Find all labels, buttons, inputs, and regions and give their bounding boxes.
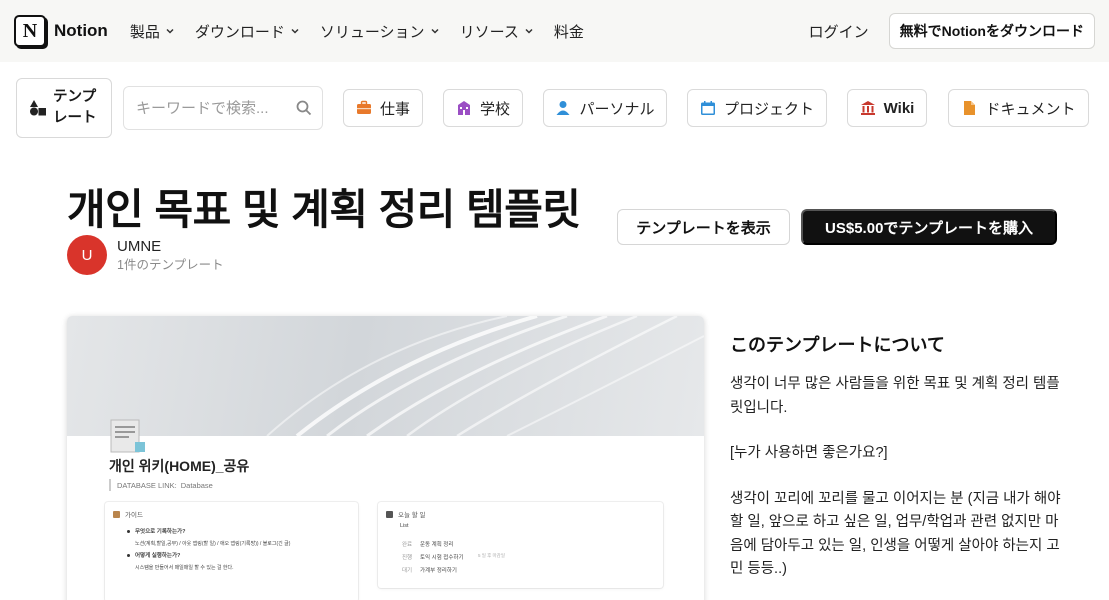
- avatar: U: [67, 235, 107, 275]
- database-link-value: Database: [180, 480, 213, 490]
- menu-item-download[interactable]: ダウンロード: [195, 21, 300, 42]
- bullet: [127, 530, 130, 533]
- cover-swirl-pattern: [266, 316, 704, 438]
- main-menu: 製品 ダウンロード ソリューション リソース 料金: [130, 21, 584, 42]
- today-heading: 오늘 할 일: [398, 512, 426, 519]
- about-heading: このテンプレートについて: [730, 335, 945, 355]
- notion-logo[interactable]: N Notion: [14, 15, 108, 47]
- chevron-down-icon: [166, 28, 174, 34]
- category-label: プロジェクト: [723, 100, 814, 118]
- task-text: 가계부 정리하기: [420, 568, 457, 574]
- about-template-panel: このテンプレートについて 생각이 너무 많은 사람들을 위한 목표 및 계획 정…: [730, 331, 1070, 582]
- database-link-label: DATABASE LINK:: [117, 480, 177, 490]
- task-text: 토익 시험 접수하기: [420, 555, 464, 561]
- book-icon: [113, 510, 120, 518]
- brand-name: Notion: [54, 21, 108, 40]
- category-project[interactable]: プロジェクト: [687, 89, 827, 127]
- view-template-button[interactable]: テンプレートを表示: [617, 209, 790, 245]
- menu-item-pricing[interactable]: 料金: [554, 21, 584, 42]
- menu-item-solutions[interactable]: ソリューション: [320, 21, 440, 42]
- task-tag: 진행: [402, 555, 413, 561]
- category-school[interactable]: 学校: [443, 89, 523, 127]
- category-label: Wiki: [883, 99, 915, 117]
- calendar-icon: [700, 101, 715, 115]
- search-input[interactable]: [136, 99, 286, 117]
- checkbox-icon: [386, 510, 393, 518]
- cover-image: [67, 316, 704, 438]
- guide-question-1: 무엇으로 기록하는가?: [135, 529, 186, 535]
- task-note: 5 일 후 마감일: [478, 553, 505, 558]
- category-work[interactable]: 仕事: [343, 89, 423, 127]
- buy-template-button[interactable]: US$5.00でテンプレートを購入: [801, 209, 1057, 245]
- chevron-down-icon: [291, 28, 299, 34]
- category-label: 仕事: [379, 100, 410, 118]
- menu-item-products[interactable]: 製品: [130, 21, 175, 42]
- notion-logo-icon: N: [14, 15, 46, 47]
- download-notion-button[interactable]: 無料でNotionをダウンロード: [888, 13, 1095, 49]
- task-tag: 완료: [402, 542, 413, 548]
- author-block[interactable]: U UMNE 1件のテンプレート: [67, 235, 224, 275]
- guide-answer-1: 노션(계획,할일,공부) / 아웃 앱링(할 일) / 애오 앱링(기록방)) …: [135, 541, 291, 547]
- category-bar: テンプレート 仕事 学校 パーソナル: [16, 78, 1096, 138]
- chevron-down-icon: [431, 28, 439, 34]
- list-view-tab: List: [400, 523, 409, 529]
- today-card-header: 오늘 할 일: [386, 509, 426, 519]
- search-icon[interactable]: [296, 100, 312, 116]
- today-tasks-card: 오늘 할 일 List 완료 운동 계획 정리 진행 토익 시험 접수하기 5 …: [378, 502, 663, 588]
- about-question: [누가 사용하면 좋은가요?]: [730, 445, 888, 461]
- guide-heading: 가이드: [125, 512, 143, 519]
- category-documents[interactable]: ドキュメント: [948, 89, 1089, 127]
- nav-right: ログイン 無料でNotionをダウンロード: [809, 13, 1095, 49]
- bullet: [127, 554, 130, 557]
- preview-page-title: 개인 위키(HOME)_공유: [109, 458, 250, 474]
- chevron-down-icon: [525, 28, 533, 34]
- school-icon: [457, 101, 470, 115]
- guide-card: 가이드 무엇으로 기록하는가? 노션(계획,할일,공부) / 아웃 앱링(할 일…: [105, 502, 358, 600]
- about-target-users: 생각이 꼬리에 꼬리를 물고 이어지는 분 (지금 내가 해야 할 일, 앞으로…: [730, 490, 1061, 578]
- shapes-icon: [30, 100, 46, 116]
- menu-item-label: ソリューション: [319, 23, 425, 41]
- author-name: UMNE: [117, 237, 162, 255]
- templates-home-button[interactable]: テンプレート: [16, 78, 112, 138]
- task-tag: 대기: [402, 568, 413, 574]
- author-template-count: 1件のテンプレート: [117, 257, 224, 272]
- guide-question-2: 어떻게 실행하는가?: [135, 553, 181, 559]
- database-link: DATABASE LINK: Database: [109, 479, 213, 491]
- guide-card-header: 가이드: [113, 509, 143, 519]
- briefcase-icon: [356, 100, 371, 114]
- person-icon: [556, 101, 570, 115]
- template-title: 개인 목표 및 계획 정리 템플릿: [67, 186, 581, 233]
- login-link[interactable]: ログイン: [809, 21, 869, 42]
- template-preview-image[interactable]: 개인 위키(HOME)_공유 DATABASE LINK: Database 가…: [67, 316, 704, 600]
- page-icon: [110, 419, 145, 453]
- guide-answer-2: 시스템을 만들어서 매일매일 할 수 있는 걸 한다.: [135, 565, 234, 571]
- category-label: 学校: [479, 100, 510, 118]
- top-navigation: N Notion 製品 ダウンロード ソリューション リソース 料金 ログイン …: [0, 0, 1109, 62]
- category-personal[interactable]: パーソナル: [543, 89, 667, 127]
- task-text: 운동 계획 정리: [420, 542, 454, 548]
- templates-label: テンプレート: [53, 89, 97, 126]
- category-wiki[interactable]: Wiki: [847, 89, 927, 127]
- building-icon: [860, 101, 875, 115]
- category-label: パーソナル: [579, 100, 655, 118]
- menu-item-label: ダウンロード: [194, 23, 285, 41]
- menu-item-resources[interactable]: リソース: [460, 21, 534, 42]
- menu-item-label: リソース: [459, 23, 519, 41]
- menu-item-label: 料金: [553, 23, 584, 41]
- category-label: ドキュメント: [985, 100, 1076, 118]
- menu-item-label: 製品: [129, 23, 160, 41]
- about-description: 생각이 너무 많은 사람들을 위한 목표 및 계획 정리 템플릿입니다.: [730, 376, 1060, 416]
- document-icon: [964, 101, 976, 115]
- search-box: [123, 86, 323, 130]
